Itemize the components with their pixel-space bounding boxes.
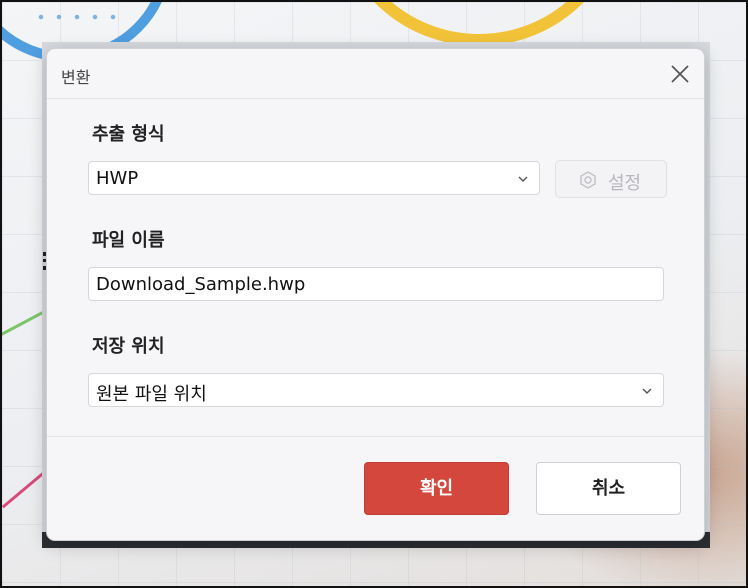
convert-dialog: 변환 추출 형식 HWP 설정 파일 이름 저장 위치 원본 파일 위치 확인 xyxy=(46,48,705,541)
location-label: 저장 위치 xyxy=(92,336,165,357)
format-label: 추출 형식 xyxy=(92,124,165,145)
ok-button[interactable]: 확인 xyxy=(364,462,509,515)
settings-button[interactable]: 설정 xyxy=(555,160,667,198)
close-button[interactable] xyxy=(668,62,692,86)
format-select[interactable]: HWP xyxy=(88,161,540,195)
gear-icon xyxy=(580,171,596,189)
filename-input[interactable] xyxy=(88,267,664,301)
settings-button-label: 설정 xyxy=(608,173,642,194)
dialog-title: 변환 xyxy=(61,68,91,87)
location-select-value: 원본 파일 위치 xyxy=(96,384,207,405)
background-dots xyxy=(32,10,122,24)
location-select[interactable]: 원본 파일 위치 xyxy=(88,373,664,407)
chevron-down-icon xyxy=(518,176,528,182)
cancel-button[interactable]: 취소 xyxy=(536,462,681,515)
dialog-header: 변환 xyxy=(47,49,704,99)
filename-label: 파일 이름 xyxy=(92,230,165,251)
chevron-down-icon xyxy=(642,388,652,394)
footer-divider xyxy=(47,436,704,437)
close-icon xyxy=(671,65,689,83)
format-select-value: HWP xyxy=(96,168,139,189)
